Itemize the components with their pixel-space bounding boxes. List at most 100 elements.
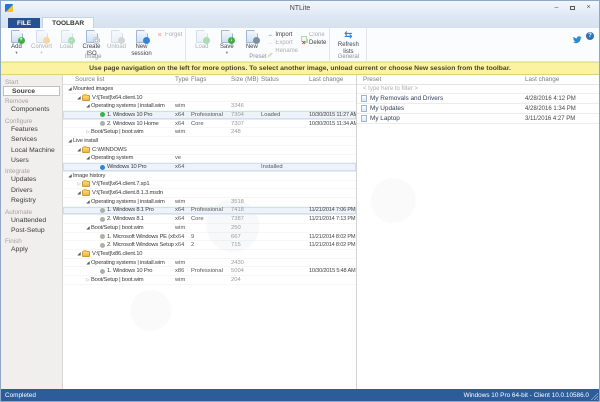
ribbon-button-save[interactable]: ↓ Save ▾ [214,28,239,55]
sidebar-item-components[interactable]: Components [1,105,62,115]
save-badge-icon: ↓ [227,37,235,44]
table-row[interactable]: 1. Windows 8.1 Pro x64 Professional 7418 11/… [63,206,356,216]
refresh-lists-button[interactable]: ⇆ Refresh lists [333,28,363,55]
ribbon-button-import[interactable]: → Import [266,31,298,39]
sidebar-item-local-machine[interactable]: Local Machine [1,146,62,156]
sidebar-item-apply[interactable]: Apply [1,245,62,255]
table-row[interactable]: ◢ V:\[Test]\x64.client.10 [63,93,356,103]
page-icon: → [60,30,75,44]
notice-bar: Use page navigation on the left for more… [1,62,599,75]
sidebar-item-registry[interactable]: Registry [1,196,62,206]
cell-flags: Core [191,120,204,127]
table-row[interactable]: ▷ Boot/Setup | boot.wim wim 248 [63,128,356,137]
button-label: New [245,44,258,50]
column-preset-last-change[interactable]: Last change [525,75,599,84]
cell-flags: Core [191,216,204,223]
cell-date: 10/30/2015 5:48 AM [309,268,356,275]
cell-size: 7387 [231,216,244,223]
close-button[interactable]: × [581,3,596,14]
ribbon-button-rename: Rename [266,47,298,55]
cell-flags: 2 [191,242,195,249]
sidebar-item-users[interactable]: Users [1,156,62,166]
column-status[interactable]: Status [261,75,309,84]
table-row[interactable]: 1. Windows 10 Pro x86 Professional 5004 10/3… [63,267,356,276]
tree-item-label: 2. Microsoft Windows Setup (x64) [107,242,175,249]
image-status-dot-icon [100,112,105,118]
preset-row[interactable]: My Laptop 3/11/2016 4:27 PM [357,114,599,124]
sidebar-item-features[interactable]: Features [1,125,62,135]
table-row[interactable]: ◢ Mounted images [63,85,356,94]
sidebar-section-configure: Configure [5,117,33,125]
tree-item-label: Operating system [91,155,134,162]
tree-item-label: Boot/Setup | boot.wim [91,224,144,231]
cell-flags: Professional [191,111,223,118]
cell-flags: Professional [191,207,223,214]
table-row[interactable]: 1. Microsoft Windows PE (x64) x64 9 667 11/2… [63,233,356,242]
table-row[interactable]: 2. Microsoft Windows Setup (x64)x64 2 715 1… [63,241,356,250]
button-label: Delete [309,40,327,46]
ribbon-button-forget: × Forget [156,31,182,39]
table-row[interactable]: ◢ C:\WINDOWS [63,145,356,155]
cell-type: wim [175,276,186,283]
table-row[interactable]: ▷ Boot/Setup | boot.wim wim 204 [63,276,356,285]
button-label: Import [275,32,293,38]
column-preset[interactable]: Preset [357,75,525,84]
ribbon-button-new-session[interactable]: New session [129,28,154,57]
table-row[interactable]: ◢ V:\[Test]\x64.client.8.1.3.msdn [63,189,356,198]
table-row[interactable]: ◢ Operating systems | install.wim wim 2430 [63,259,356,268]
table-row[interactable]: ◢ Image history [63,172,356,181]
table-row[interactable]: ▷ V:\[Test]\x64.client.7.sp1 [63,180,356,190]
table-row[interactable]: ◢ V:\[Test]\x86.client.10 [63,249,356,259]
sidebar-item-source[interactable]: Source [3,86,60,97]
export-icon: → [266,39,273,46]
table-row[interactable]: 2. Windows 8.1 x64 Core 7387 11/21/2014 7:13… [63,215,356,224]
tab-toolbar[interactable]: TOOLBAR [42,17,95,28]
minimize-button[interactable]: – [549,3,564,14]
twitter-icon[interactable] [573,31,582,44]
image-status-dot-icon [100,216,105,222]
session-badge-icon [142,37,150,44]
cell-date: 11/21/2014 7:13 PM [309,216,356,223]
tree-item-label: V:\[Test]\x64.client.8.1.3.msdn [92,190,163,197]
sidebar-item-post-setup[interactable]: Post-Setup [1,226,62,236]
help-icon[interactable]: ? [586,31,594,40]
preset-row[interactable]: My Updates 4/28/2016 1:34 PM [357,104,599,114]
sidebar-item-updates[interactable]: Updates [1,175,62,185]
sidebar-item-services[interactable]: Services [1,135,62,145]
image-status-dot-icon [100,234,105,240]
column-last-change[interactable]: Last change [309,75,356,84]
table-row[interactable]: ◢ Operating systems | install.wim wim 3346 [63,102,356,111]
tree-item-label: V:\[Test]\x64.client.7.sp1 [92,181,150,188]
table-row[interactable]: ◢ Operating system ve [63,155,356,164]
ribbon-button-add[interactable]: + Add ▾ [4,28,29,57]
table-row[interactable]: Windows 10 Pro x64 Installed [63,163,356,172]
status-right: Windows 10 Pro 64-bit - Client 10.0.1058… [463,391,589,399]
refresh-icon: ⇆ [344,30,353,41]
column-type[interactable]: Type [175,75,191,84]
ntlite-window: NTLite – × FILE TOOLBAR + Add ▾ Convert ▾ → Lo… [0,0,600,402]
column-size[interactable]: Size (MB) [231,75,261,84]
ribbon-button-new[interactable]: New [239,28,264,55]
table-row[interactable]: ◢ Live install [63,137,356,146]
ribbon-button-create-iso[interactable]: Create ISO [79,28,104,57]
column-source-list[interactable]: Source list [63,75,175,84]
preset-filter-input[interactable]: < type here to filter > [357,85,599,94]
sidebar-item-drivers[interactable]: Drivers [1,186,62,196]
table-row[interactable]: ◢ Boot/Setup | boot.wim wim 250 [63,224,356,233]
tab-file[interactable]: FILE [8,18,41,28]
sidebar-item-unattended[interactable]: Unattended [1,216,62,226]
table-row[interactable]: 2. Windows 10 Home x64 Core 7307 10/30/2015 … [63,120,356,129]
table-row[interactable]: 1. Windows 10 Pro x64 Professional 7304 Load… [63,111,356,120]
preset-row[interactable]: My Removals and Drivers 4/28/2016 4:12 PM [357,94,599,104]
cell-type: wim [175,198,186,205]
button-label: Clone [309,32,325,38]
cell-size: 250 [231,224,241,231]
table-row[interactable]: ◢ Operating systems | install.wim wim 3518 [63,198,356,207]
ribbon-group-preset: Load ↓ Save ▾ New → Import → Export Rename Clone… [186,28,331,61]
resize-grip[interactable] [591,393,598,400]
cell-size: 667 [231,233,241,240]
column-flags[interactable]: Flags [191,75,231,84]
source-list-panel: Source list Type Flags Size (MB) Status … [63,75,357,389]
maximize-button[interactable] [565,3,580,14]
tree-item-label: Operating systems | install.wim [91,198,165,205]
